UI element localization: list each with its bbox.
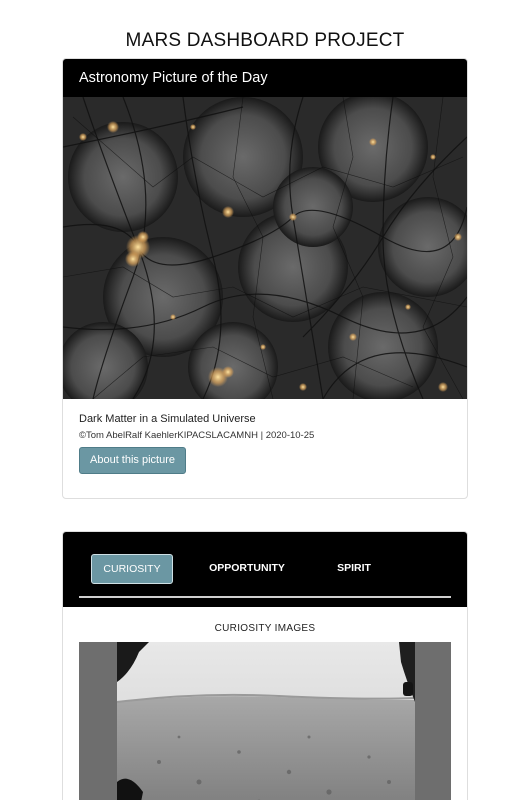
dark-matter-image (63, 97, 467, 399)
apod-image (63, 97, 467, 399)
rover-tabs-header: CURIOSITY OPPORTUNITY SPIRIT (63, 532, 467, 607)
apod-card: Astronomy Picture of the Day Dark Matter… (62, 58, 468, 499)
curiosity-rover-photo (79, 642, 451, 800)
tab-opportunity[interactable]: OPPORTUNITY (209, 554, 285, 582)
apod-image-title: Dark Matter in a Simulated Universe (79, 413, 256, 425)
page-title: MARS DASHBOARD PROJECT (125, 30, 405, 51)
tab-spirit[interactable]: SPIRIT (334, 554, 374, 582)
apod-header: Astronomy Picture of the Day (63, 59, 467, 97)
rover-images-title: CURIOSITY IMAGES (214, 623, 316, 634)
page: MARS DASHBOARD PROJECT Astronomy Picture… (0, 0, 530, 800)
apod-credit: ©Tom AbelRalf KaehlerKIPACSLACAMNH | 202… (79, 430, 315, 441)
about-picture-button[interactable]: About this picture (79, 447, 186, 474)
rover-tabs: CURIOSITY OPPORTUNITY SPIRIT (79, 532, 451, 598)
tab-curiosity[interactable]: CURIOSITY (91, 554, 173, 584)
apod-body: Dark Matter in a Simulated Universe ©Tom… (63, 399, 467, 474)
rover-card: CURIOSITY OPPORTUNITY SPIRIT CURIOSITY I… (62, 531, 468, 800)
rover-image (79, 642, 451, 800)
